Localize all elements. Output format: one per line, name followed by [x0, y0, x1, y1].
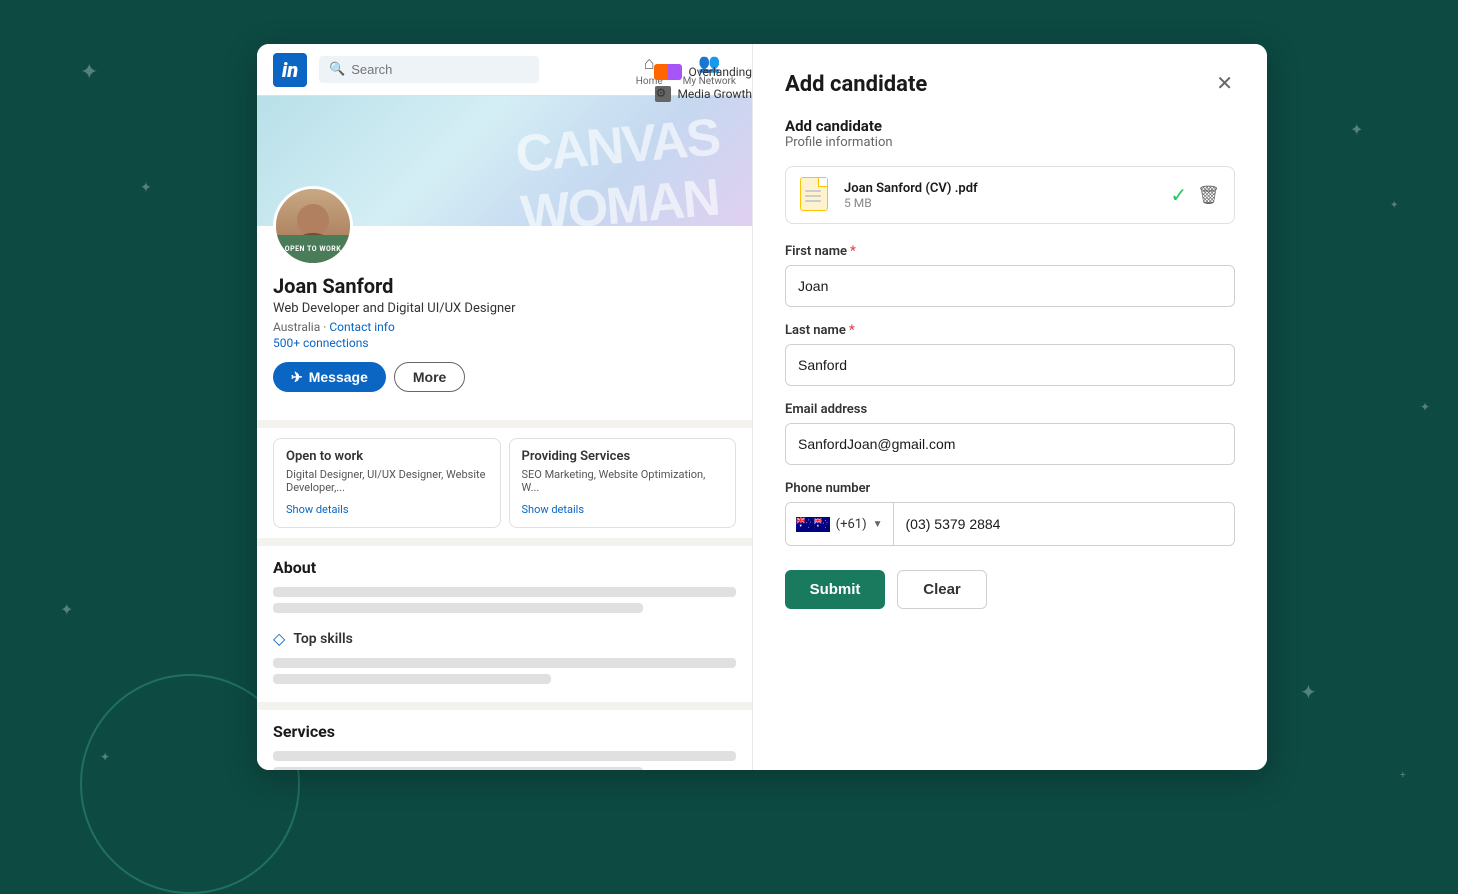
email-label: Email address — [785, 402, 1235, 417]
services-skeleton-1 — [273, 751, 736, 761]
section-header: Add candidate Profile information — [785, 117, 1235, 150]
about-title: About — [273, 558, 736, 577]
close-button[interactable]: ✕ — [1214, 72, 1235, 96]
add-candidate-panel: Add candidate ✕ Add candidate Profile in… — [752, 44, 1267, 770]
first-name-group: First name * — [785, 244, 1235, 307]
profile-location: Australia — [273, 320, 320, 334]
work-highlights: Open to work Digital Designer, UI/UX Des… — [257, 428, 752, 538]
open-to-work-desc: Digital Designer, UI/UX Designer, Websit… — [286, 468, 488, 494]
file-icon — [800, 177, 832, 213]
email-group: Email address — [785, 402, 1235, 465]
show-details-link-1[interactable]: Show details — [286, 503, 349, 516]
required-star-lastname: * — [849, 323, 855, 338]
services-section: Services Request services — [257, 710, 752, 770]
contact-info-link[interactable]: Contact info — [329, 320, 394, 334]
australia-flag-icon: 🇦🇺 — [796, 517, 830, 532]
services-title: Services — [273, 722, 736, 741]
file-delete-button[interactable]: 🗑 — [1197, 185, 1220, 206]
cover-text: CANVASWOMAN — [513, 107, 726, 226]
main-window: in 🔍 ⌂ Home 👥 My Network CANVASWOMAN — [257, 44, 1267, 770]
about-skeleton-1 — [273, 587, 736, 597]
last-name-group: Last name * — [785, 323, 1235, 386]
search-input[interactable] — [351, 62, 529, 77]
section-title-main: Add candidate — [785, 117, 1235, 135]
linkedin-logo: in — [273, 53, 307, 87]
phone-country-selector[interactable]: 🇦🇺 (+61) ▼ — [786, 503, 894, 545]
media-growth-badge: ⚙ Media Growth — [655, 96, 752, 102]
profile-badges: Overlanding ⚙ Media Growth — [654, 96, 752, 102]
linkedin-profile-content: CANVASWOMAN OPEN TO WORK — [257, 96, 752, 770]
required-star-firstname: * — [850, 244, 856, 259]
phone-number-input[interactable] — [894, 503, 1235, 545]
form-actions: Submit Clear — [785, 570, 1235, 609]
panel-title: Add candidate — [785, 72, 927, 97]
profile-actions: ✈ Message More — [273, 362, 736, 392]
home-icon: ⌂ — [644, 53, 655, 74]
about-section: About ◇ Top skills — [257, 546, 752, 702]
phone-label: Phone number — [785, 481, 1235, 496]
chevron-down-icon: ▼ — [873, 519, 883, 530]
diamond-icon: ◇ — [273, 629, 285, 648]
services-skeleton-2 — [273, 767, 643, 770]
profile-info-section: OPEN TO WORK Overlanding ⚙ — [257, 226, 752, 428]
section-subtitle: Profile information — [785, 135, 1235, 150]
top-skills-header: ◇ Top skills — [273, 629, 736, 648]
profile-name: Joan Sanford — [273, 274, 736, 298]
profile-meta: Australia · Contact info — [273, 320, 736, 334]
phone-field: 🇦🇺 (+61) ▼ — [785, 502, 1235, 546]
last-name-input[interactable] — [785, 344, 1235, 386]
providing-services-box: Providing Services SEO Marketing, Websit… — [509, 438, 737, 528]
submit-button[interactable]: Submit — [785, 570, 885, 609]
linkedin-panel: in 🔍 ⌂ Home 👥 My Network CANVASWOMAN — [257, 44, 752, 770]
file-upload-item: Joan Sanford (CV) .pdf 5 MB ✓ 🗑 — [785, 166, 1235, 224]
message-button[interactable]: ✈ Message — [273, 362, 386, 392]
avatar-wrapper: OPEN TO WORK — [273, 186, 353, 266]
providing-services-desc: SEO Marketing, Website Optimization, W..… — [522, 468, 724, 494]
file-actions: ✓ 🗑 — [1170, 183, 1220, 207]
search-icon: 🔍 — [329, 62, 345, 77]
panel-header: Add candidate ✕ — [785, 72, 1235, 97]
profile-title: Web Developer and Digital UI/UX Designer — [273, 301, 736, 316]
clear-button[interactable]: Clear — [897, 570, 987, 609]
open-to-work-title: Open to work — [286, 449, 488, 464]
skills-skeleton-1 — [273, 658, 736, 668]
file-name: Joan Sanford (CV) .pdf — [844, 181, 1158, 196]
file-info: Joan Sanford (CV) .pdf 5 MB — [844, 181, 1158, 210]
phone-country-code: (+61) — [836, 517, 867, 532]
providing-services-title: Providing Services — [522, 449, 724, 464]
message-icon: ✈ — [291, 369, 303, 386]
avatar: OPEN TO WORK — [273, 186, 353, 266]
top-skills-label: Top skills — [293, 631, 353, 647]
skills-skeleton-2 — [273, 674, 551, 684]
media-growth-label: Media Growth — [677, 96, 752, 101]
linkedin-search-bar[interactable]: 🔍 — [319, 56, 539, 83]
about-skeleton-2 — [273, 603, 643, 613]
phone-group: Phone number 🇦🇺 (+61) ▼ — [785, 481, 1235, 546]
open-to-work-box: Open to work Digital Designer, UI/UX Des… — [273, 438, 501, 528]
file-check-icon: ✓ — [1170, 183, 1187, 207]
first-name-label: First name * — [785, 244, 1235, 259]
email-input[interactable] — [785, 423, 1235, 465]
first-name-input[interactable] — [785, 265, 1235, 307]
file-size: 5 MB — [844, 196, 1158, 210]
show-details-link-2[interactable]: Show details — [522, 503, 585, 516]
connections-count[interactable]: 500+ connections — [273, 336, 736, 350]
media-growth-icon: ⚙ — [655, 96, 671, 102]
last-name-label: Last name * — [785, 323, 1235, 338]
more-button[interactable]: More — [394, 362, 465, 392]
